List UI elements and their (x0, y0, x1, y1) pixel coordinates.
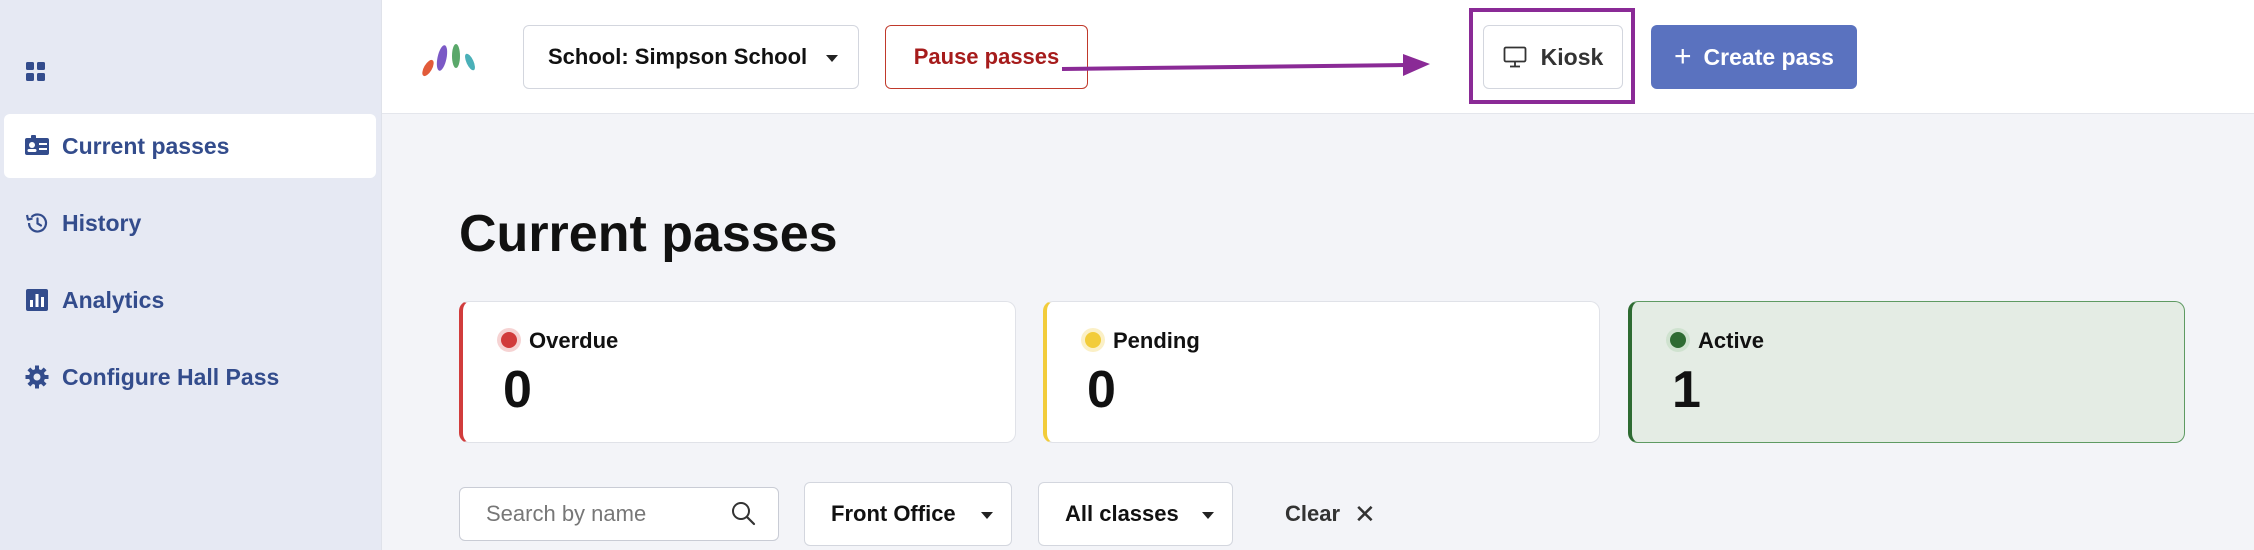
card-count: 1 (1672, 361, 1701, 419)
chevron-down-icon (981, 512, 993, 519)
kiosk-button[interactable]: Kiosk (1483, 25, 1623, 89)
kiosk-label: Kiosk (1540, 43, 1604, 70)
bar-chart-icon (26, 289, 48, 311)
sidebar-item-label: Configure Hall Pass (62, 363, 280, 390)
chevron-down-icon (1202, 512, 1214, 519)
card-label: Pending (1113, 328, 1200, 353)
status-dot-icon (501, 332, 517, 348)
clear-label: Clear (1285, 501, 1341, 526)
monitor-icon (1503, 46, 1527, 68)
app-logo (422, 44, 475, 77)
location-filter-select[interactable]: Front Office (804, 482, 1012, 546)
sidebar-item-history[interactable]: History (4, 191, 376, 255)
active-card[interactable]: Active 1 (1628, 301, 2185, 443)
pending-card[interactable]: Pending 0 (1043, 301, 1600, 443)
gear-icon (25, 365, 49, 389)
create-pass-label: Create pass (1703, 43, 1834, 70)
location-filter-value: Front Office (831, 501, 956, 526)
sidebar-item-configure[interactable]: Configure Hall Pass (4, 345, 376, 409)
badge-icon (25, 135, 49, 155)
card-label: Overdue (529, 328, 619, 353)
classes-filter-value: All classes (1065, 501, 1179, 526)
pause-passes-button[interactable]: Pause passes (885, 25, 1088, 89)
create-pass-button[interactable]: + Create pass (1651, 25, 1857, 89)
overdue-card[interactable]: Overdue 0 (459, 301, 1016, 443)
status-dot-icon (1670, 332, 1686, 348)
sidebar-item-label: Analytics (62, 286, 165, 313)
history-icon (25, 213, 48, 233)
page-title: Current passes (459, 205, 838, 263)
school-select[interactable]: School: Simpson School (523, 25, 859, 89)
annotation-arrow (1061, 54, 1430, 76)
school-select-value: School: Simpson School (548, 44, 808, 69)
clear-filters-button[interactable]: Clear ✕ (1285, 498, 1376, 530)
sidebar-item-current-passes[interactable]: Current passes (4, 114, 376, 178)
sidebar-item-label: History (62, 209, 142, 236)
search-icon[interactable] (730, 500, 756, 526)
close-icon: ✕ (1354, 498, 1376, 529)
dashboard-grid-icon[interactable] (24, 60, 48, 84)
card-count: 0 (503, 361, 532, 419)
plus-icon: + (1674, 40, 1692, 73)
card-label: Active (1698, 328, 1765, 353)
sidebar-item-label: Current passes (62, 132, 230, 159)
sidebar: Current passes History Analytics Configu… (0, 0, 382, 550)
sidebar-item-analytics[interactable]: Analytics (4, 268, 376, 332)
status-dot-icon (1085, 332, 1101, 348)
chevron-down-icon (826, 55, 838, 62)
classes-filter-select[interactable]: All classes (1038, 482, 1233, 546)
card-count: 0 (1087, 361, 1116, 419)
